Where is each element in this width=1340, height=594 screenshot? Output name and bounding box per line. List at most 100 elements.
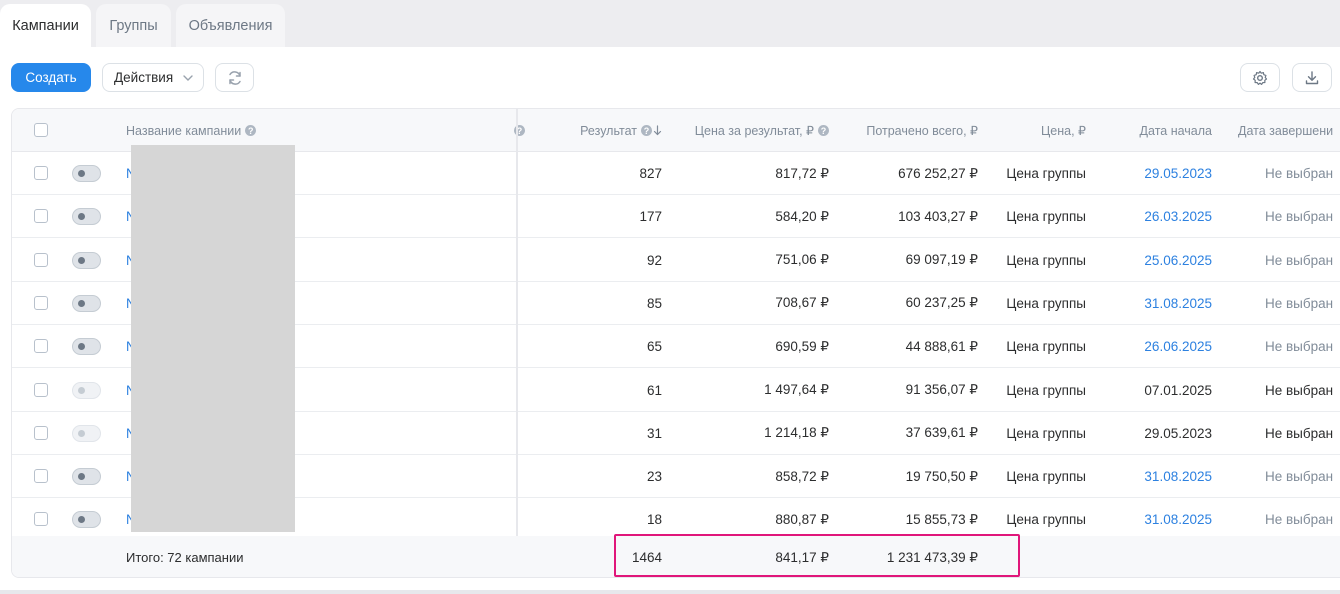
cell-start-date[interactable]: 26.06.2025 [1112,325,1212,368]
row-checkbox[interactable] [34,166,48,180]
settings-button[interactable] [1240,63,1280,92]
cell-price-per-result: 690,59 ₽ [775,338,829,354]
cell-end-date: Не выбран [1265,209,1334,225]
row-checkbox[interactable] [34,512,48,527]
cell-end-date: Не выбран [1265,469,1334,485]
cell-spent-total: 37 639,61 ₽ [905,425,978,441]
cell-price: Цена группы [1006,295,1086,311]
cell-start-date: 07.01.2025 [1144,382,1212,398]
cell-price: Цена группы [1006,166,1086,181]
row-checkbox[interactable] [34,382,48,397]
cell-start-date[interactable]: 26.03.2025 [1112,195,1212,238]
cell-price-per-result: 1 497,64 ₽ [764,382,829,397]
campaigns-table: Название кампании? ? Результат? Цена за … [11,108,1340,578]
tab-campaigns[interactable]: Кампании [0,4,91,47]
cell-start-date[interactable]: 31.08.2025 [1112,455,1212,498]
cell-start-date[interactable]: 31.08.2025 [1112,282,1212,325]
cell-price-per-result: 708,67 ₽ [775,295,829,311]
redacted-area [131,145,295,532]
tab-bar: Кампании Группы Объявления [0,0,1340,47]
column-end-date[interactable]: Дата завершени [1238,109,1333,152]
status-toggle[interactable] [72,251,101,269]
row-checkbox[interactable] [34,295,48,310]
cell-start-date[interactable]: 25.06.2025 [1112,239,1212,282]
cell-result: 65 [646,339,662,355]
cell-start-date[interactable]: 31.08.2025 [1112,498,1212,541]
row-checkbox[interactable] [34,252,48,267]
create-button[interactable]: Создать [11,63,91,92]
download-button[interactable] [1292,63,1332,92]
cell-result: 31 [646,425,662,441]
cell-price-per-result: 858,72 ₽ [775,468,829,484]
totals-label: Итого: 72 кампании [126,550,244,565]
cell-spent-total: 676 252,27 ₽ [898,165,978,181]
toggle-knob [78,256,85,264]
totals-highlight-box [614,534,1020,577]
select-all-checkbox[interactable] [34,123,48,137]
column-spent-total[interactable]: Потрачено всего, ₽ [838,109,978,152]
column-price-per-result[interactable]: Цена за результат, ₽? [672,109,829,152]
row-checkbox[interactable] [34,209,48,224]
cell-price-per-result: 584,20 ₽ [775,208,829,224]
cell-price: Цена группы [1006,469,1086,485]
help-icon[interactable]: ? [245,125,257,136]
row-checkbox[interactable] [34,469,48,484]
status-toggle[interactable] [72,338,101,356]
status-toggle[interactable] [72,468,101,486]
cell-price-per-result: 1 214,18 ₽ [764,425,829,441]
cell-spent-total: 103 403,27 ₽ [898,208,978,224]
cell-end-date: Не выбран [1265,339,1334,355]
chevron-down-icon [183,74,193,81]
cell-end-date: Не выбран [1265,425,1334,441]
toggle-knob [78,386,85,394]
tab-groups[interactable]: Группы [96,4,171,47]
cell-start-date: 29.05.2023 [1144,425,1212,441]
status-toggle[interactable] [72,165,101,182]
help-icon[interactable]: ? [641,125,652,136]
cell-price: Цена группы [1006,339,1086,355]
toggle-knob [78,343,85,351]
cell-end-date: Не выбран [1265,295,1334,311]
cell-end-date: Не выбран [1265,512,1334,528]
toggle-knob [78,213,85,221]
cell-end-date: Не выбран [1265,382,1334,398]
cell-result: 177 [639,209,662,225]
cell-price: Цена группы [1006,425,1086,441]
column-start-date[interactable]: Дата начала [1112,109,1212,152]
toggle-knob [78,170,85,177]
cell-end-date: Не выбран [1265,252,1334,268]
status-toggle[interactable] [72,511,101,529]
status-toggle[interactable] [72,381,101,399]
cell-price-per-result: 751,06 ₽ [775,252,829,268]
cell-result: 92 [646,252,662,268]
status-toggle[interactable] [72,294,101,312]
cell-spent-total: 60 237,25 ₽ [905,295,978,311]
cell-start-date[interactable]: 29.05.2023 [1112,152,1212,195]
row-checkbox[interactable] [34,339,48,354]
cell-spent-total: 19 750,50 ₽ [905,468,978,484]
row-checkbox[interactable] [34,425,48,440]
cell-result: 61 [646,382,662,398]
cell-price: Цена группы [1006,382,1086,398]
actions-dropdown[interactable]: Действия [102,63,204,92]
gear-icon [1252,70,1268,85]
cell-spent-total: 91 356,07 ₽ [905,382,978,397]
tab-ads[interactable]: Объявления [176,4,285,47]
sort-down-icon[interactable] [653,125,662,136]
refresh-button[interactable] [215,63,254,92]
refresh-icon [228,70,241,85]
cell-spent-total: 69 097,19 ₽ [905,252,978,268]
cell-result: 23 [646,469,662,485]
column-result[interactable]: Результат? [572,109,662,152]
download-icon [1305,70,1319,84]
status-toggle[interactable] [72,424,101,442]
cell-spent-total: 44 888,61 ₽ [905,338,978,354]
cell-price: Цена группы [1006,252,1086,268]
status-toggle[interactable] [72,208,101,226]
actions-label: Действия [114,70,174,85]
toggle-knob [78,473,85,481]
help-icon[interactable]: ? [818,125,829,136]
bottom-border [0,590,1340,594]
toggle-knob [78,516,85,524]
column-price[interactable]: Цена, ₽ [992,109,1086,152]
